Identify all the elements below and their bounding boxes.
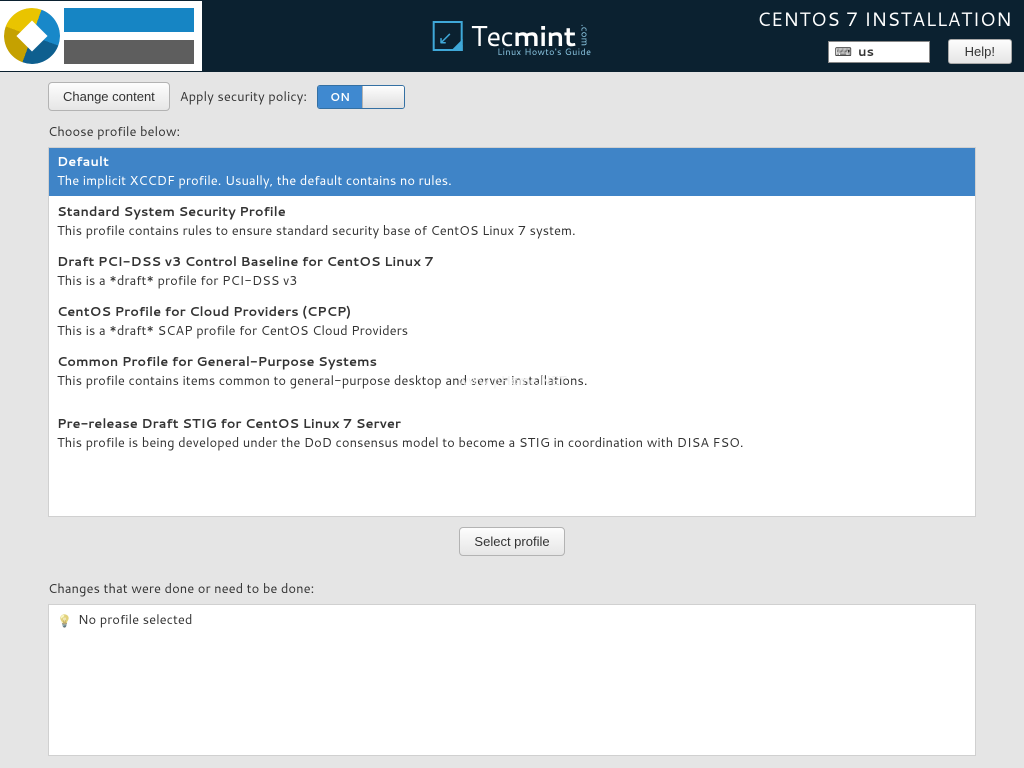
keyboard-layout-value: us: [858, 43, 874, 61]
badge-bar-blue: [64, 8, 194, 32]
select-profile-button[interactable]: Select profile: [459, 527, 564, 556]
profile-title: Pre-release Draft STIG for CentOS Linux …: [57, 415, 967, 433]
profile-desc: This is a *draft* SCAP profile for CentO…: [57, 322, 967, 340]
profile-list: Default The implicit XCCDF profile. Usua…: [48, 147, 976, 517]
brand-suffix: .com: [577, 24, 591, 46]
help-button[interactable]: Help!: [948, 39, 1012, 64]
changes-label: Changes that were done or need to be don…: [48, 580, 976, 598]
profile-desc: The implicit XCCDF profile. Usually, the…: [57, 172, 967, 190]
badge-bar-gray: [64, 40, 194, 64]
toggle-knob: [362, 86, 404, 108]
badge-bars: [64, 1, 202, 71]
profile-title: Common Profile for General-Purpose Syste…: [57, 353, 967, 371]
top-header: Tecmint.com Linux Howto's Guide CENTOS 7…: [0, 0, 1024, 72]
profile-title: Draft PCI-DSS v3 Control Baseline for Ce…: [57, 253, 967, 271]
profile-desc: This is a *draft* profile for PCI-DSS v3: [57, 272, 967, 290]
brand-logo: Tecmint.com Linux Howto's Guide: [433, 16, 592, 56]
profile-title: CentOS Profile for Cloud Providers (CPCP…: [57, 303, 967, 321]
lightbulb-icon: 💡: [57, 612, 72, 629]
installer-title: CENTOS 7 INSTALLATION: [757, 6, 1012, 33]
profile-desc: This profile contains rules to ensure st…: [57, 222, 967, 240]
profile-item-stig[interactable]: Pre-release Draft STIG for CentOS Linux …: [49, 410, 975, 458]
header-right: CENTOS 7 INSTALLATION ⌨ us Help!: [757, 6, 1012, 64]
apply-policy-toggle[interactable]: ON: [317, 85, 405, 109]
profile-desc: This profile contains items common to ge…: [57, 372, 967, 390]
choose-profile-label: Choose profile below:: [48, 123, 976, 141]
profile-item-standard[interactable]: Standard System Security Profile This pr…: [49, 198, 975, 246]
changes-status-text: No profile selected: [78, 611, 193, 629]
keyboard-layout-selector[interactable]: ⌨ us: [828, 41, 930, 63]
badge-logo-icon: [4, 8, 60, 64]
profile-desc: This profile is being developed under th…: [57, 434, 967, 452]
keyboard-icon: ⌨: [835, 43, 852, 60]
changes-panel: 💡 No profile selected: [48, 604, 976, 756]
brand-tagline: Linux Howto's Guide: [497, 45, 591, 58]
profile-item-default[interactable]: Default The implicit XCCDF profile. Usua…: [49, 148, 975, 196]
profile-item-cpcp[interactable]: CentOS Profile for Cloud Providers (CPCP…: [49, 298, 975, 346]
toggle-on-label: ON: [318, 86, 362, 108]
profile-item-common[interactable]: Common Profile for General-Purpose Syste…: [49, 348, 975, 396]
profile-title: Standard System Security Profile: [57, 203, 967, 221]
apply-policy-label: Apply security policy:: [180, 88, 307, 106]
brand-arrow-icon: [433, 21, 463, 51]
corner-badge: [0, 1, 202, 71]
change-content-button[interactable]: Change content: [48, 82, 170, 111]
profile-title: Default: [57, 153, 967, 171]
main-content: Change content Apply security policy: ON…: [0, 72, 1024, 756]
profile-item-pcidss[interactable]: Draft PCI-DSS v3 Control Baseline for Ce…: [49, 248, 975, 296]
